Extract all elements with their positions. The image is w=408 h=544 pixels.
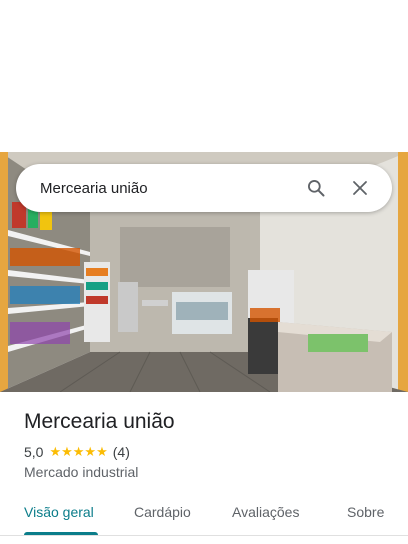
star-rating-icon: ★★★★★ [49, 444, 108, 460]
search-icon[interactable] [298, 170, 334, 206]
tab-menu[interactable]: Cardápio [134, 504, 191, 520]
close-icon[interactable] [342, 170, 378, 206]
place-tabs: Visão geral Cardápio Avaliações Sobre [0, 496, 408, 536]
place-category[interactable]: Mercado industrial [24, 464, 138, 480]
tabs-divider [0, 535, 408, 536]
tab-reviews[interactable]: Avaliações [232, 504, 299, 520]
place-title: Mercearia união [24, 410, 175, 433]
rating-row[interactable]: 5,0 ★★★★★ (4) [24, 444, 130, 460]
rating-value: 5,0 [24, 444, 44, 460]
map-blank-area [0, 0, 408, 152]
search-input[interactable]: Mercearia união [40, 180, 298, 197]
search-bar[interactable]: Mercearia união [16, 164, 392, 212]
tab-overview[interactable]: Visão geral [24, 504, 94, 520]
review-count[interactable]: (4) [113, 444, 130, 460]
tab-about[interactable]: Sobre [347, 504, 384, 520]
